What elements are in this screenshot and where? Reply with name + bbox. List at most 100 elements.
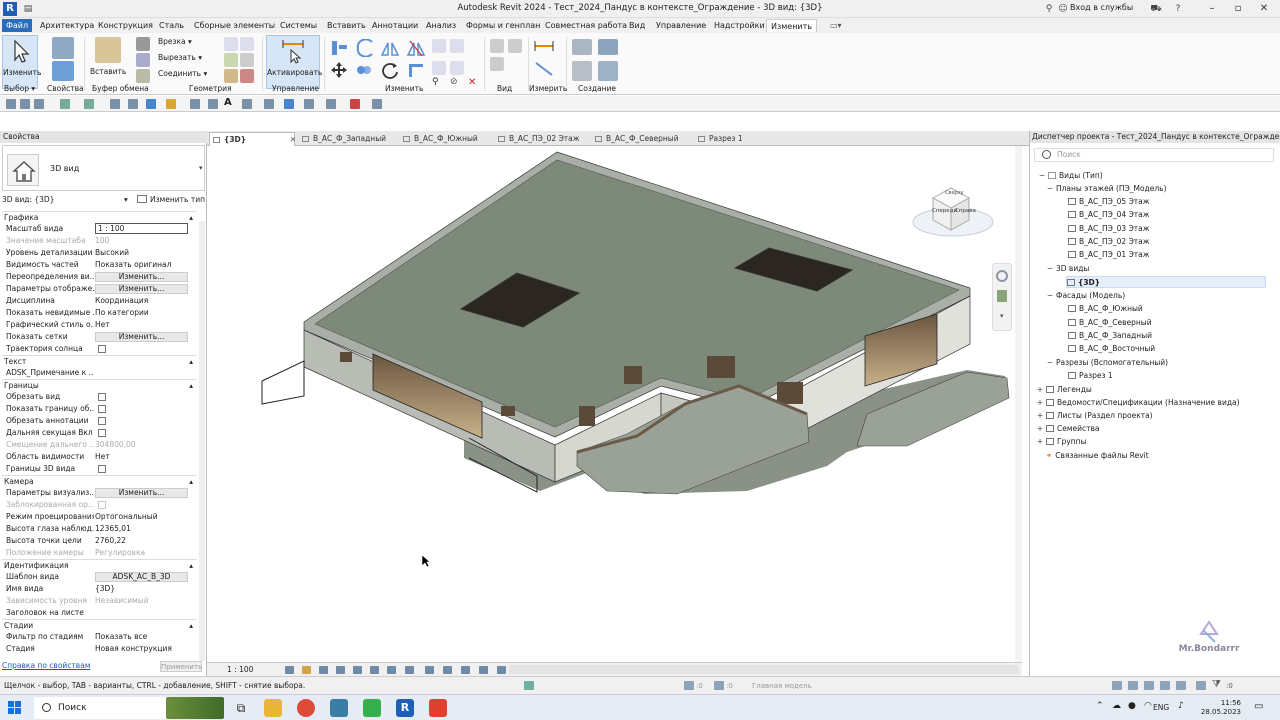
tree-families[interactable]: + Семейства	[1037, 423, 1100, 435]
prop-target-elevation[interactable]: Высота точки цели 2760,22	[2, 535, 197, 547]
cut-geometry-button[interactable]: Вырезать ▾	[158, 53, 202, 62]
tree-el-south[interactable]: В_АС_Ф_Южный	[1068, 303, 1143, 315]
temp-view-props-icon[interactable]	[461, 666, 470, 674]
prop-adsk-note[interactable]: ADSK_Примечание к ...	[2, 367, 197, 379]
tab-architecture[interactable]: Архитектура	[36, 19, 98, 32]
vg-edit-button[interactable]: Изменить...	[95, 272, 188, 282]
scale-input[interactable]: 1 : 100	[95, 223, 188, 234]
building-model[interactable]	[207, 146, 1022, 662]
notifications-icon[interactable]: ▭	[1254, 701, 1263, 712]
tab-insert[interactable]: Вставить	[323, 19, 370, 32]
section-identity[interactable]: Идентификация ▴	[2, 559, 197, 571]
tree-el-east[interactable]: В_АС_Ф_Восточный	[1068, 343, 1155, 355]
activate-button[interactable]: Активировать	[266, 35, 322, 89]
edit-type-button[interactable]: Изменить тип	[137, 193, 205, 207]
select-by-face-icon[interactable]	[1160, 681, 1170, 690]
tree-3d-default[interactable]: {3D}	[1066, 276, 1266, 288]
trim-icon[interactable]	[406, 61, 426, 79]
analytical-icon[interactable]	[479, 666, 488, 674]
detail-level-icon[interactable]	[285, 666, 294, 674]
expand-icon[interactable]: +	[1036, 410, 1044, 422]
select-links-icon[interactable]	[1112, 681, 1122, 690]
crop-icon[interactable]	[370, 666, 379, 674]
copy-element-icon[interactable]	[354, 61, 374, 79]
viewcube-top-label[interactable]: Сверху	[945, 190, 964, 196]
modify-button[interactable]: Изменить	[2, 35, 41, 89]
align-icon[interactable]	[330, 39, 348, 57]
close-hidden-icon[interactable]	[304, 99, 314, 109]
minimize-button[interactable]: –	[1200, 1, 1224, 17]
section-graphics[interactable]: Графика ▴	[2, 211, 197, 223]
green-app-icon[interactable]	[363, 699, 381, 717]
properties-scrollbar[interactable]	[199, 221, 205, 661]
3d-view-qat-icon[interactable]	[146, 99, 156, 109]
tab-collaborate[interactable]: Совместная работа	[541, 19, 631, 32]
paint-icon[interactable]	[224, 53, 238, 67]
view-tab-west[interactable]: В_АС_Ф_Западный	[299, 132, 386, 146]
customize-qat-icon[interactable]	[372, 99, 382, 109]
expand-icon[interactable]: +	[1036, 423, 1044, 435]
linework-icon[interactable]	[508, 39, 522, 53]
tab-massing[interactable]: Формы и генплан	[462, 19, 544, 32]
split-face-icon[interactable]	[240, 37, 254, 51]
tree-sections[interactable]: − Разрезы (Вспомогательный)	[1047, 357, 1168, 369]
collapse-icon[interactable]: −	[1046, 290, 1054, 302]
view-template-button[interactable]: ADSK_АС_В_3D	[95, 572, 188, 582]
tag-icon[interactable]	[190, 99, 200, 109]
offset-icon[interactable]	[354, 38, 374, 58]
view-tab-south[interactable]: В_АС_Ф_Южный	[400, 132, 478, 146]
view-tab-floor2[interactable]: В_АС_ПЭ_02 Этаж	[495, 132, 580, 146]
far-clip-checkbox[interactable]	[98, 429, 106, 437]
dimension-qat-icon[interactable]	[166, 99, 176, 109]
red-app-icon[interactable]	[429, 699, 447, 717]
contextual-toggle-icon[interactable]: ▭▾	[826, 19, 846, 32]
split-gap-icon[interactable]	[450, 39, 464, 53]
tab-analyze[interactable]: Анализ	[422, 19, 460, 32]
hammer-icon[interactable]	[240, 69, 254, 83]
prop-scope-box[interactable]: Область видимости Нет	[2, 451, 197, 463]
section-camera[interactable]: Камера ▴	[2, 475, 197, 487]
drag-elements-icon[interactable]	[1176, 681, 1186, 690]
collapse-icon[interactable]: −	[1046, 263, 1054, 275]
highlight-icon[interactable]	[497, 666, 506, 674]
type-properties-icon[interactable]	[52, 37, 74, 59]
type-selector[interactable]: 3D вид ▾	[2, 145, 205, 191]
help-icon[interactable]: ?	[1172, 3, 1184, 15]
rotate-icon[interactable]	[380, 61, 400, 79]
horizontal-scrollbar[interactable]	[509, 665, 1019, 674]
mirror-draw-icon[interactable]	[406, 39, 426, 57]
speaker-icon[interactable]: ♪	[1178, 701, 1184, 711]
temp-hide-icon[interactable]	[425, 666, 434, 674]
move-icon[interactable]	[330, 61, 348, 79]
save-icon[interactable]	[20, 99, 30, 109]
paste-button[interactable]: Вставить	[90, 35, 126, 89]
viewcube-front-label[interactable]: Спереди	[932, 208, 957, 214]
create-group-icon[interactable]	[572, 61, 592, 81]
prop-hidden-lines[interactable]: Показать невидимые ... По категории	[2, 307, 197, 319]
tree-sheets[interactable]: + Листы (Раздел проекта)	[1037, 410, 1153, 422]
system-clock[interactable]: 11:56 28.05.2023	[1196, 699, 1241, 717]
collapse-icon[interactable]: −	[1046, 357, 1054, 369]
unpin-icon[interactable]: ⊘	[450, 77, 460, 87]
prop-scale[interactable]: Масштаб вида 1 : 100	[2, 223, 197, 235]
select-underlay-icon[interactable]	[1128, 681, 1138, 690]
collapse-icon[interactable]: −	[1046, 183, 1054, 195]
prop-parts-visibility[interactable]: Видимость частей Показать оригинал	[2, 259, 197, 271]
worksets-icon[interactable]	[524, 681, 534, 690]
tree-links[interactable]: ⚭ Связанные файлы Revit	[1046, 450, 1149, 462]
reveal-hidden-icon[interactable]	[443, 666, 452, 674]
editing-requests-icon[interactable]	[684, 681, 694, 690]
group-select[interactable]: Выбор ▾	[4, 84, 35, 93]
tree-views[interactable]: − Виды (Тип)	[1039, 170, 1103, 182]
undo-icon[interactable]	[60, 99, 70, 109]
crop-visibility-icon[interactable]	[387, 666, 396, 674]
override-icon[interactable]	[490, 57, 504, 71]
tab-file[interactable]: Файл	[2, 19, 33, 32]
view-tab-section1[interactable]: Разрез 1	[695, 132, 743, 146]
expand-icon[interactable]: +	[1036, 397, 1044, 409]
tree-el-north[interactable]: В_АС_Ф_Северный	[1068, 317, 1152, 329]
tree-floor-plans[interactable]: − Планы этажей (ПЭ_Модель)	[1047, 183, 1167, 195]
render-icon[interactable]	[353, 666, 362, 674]
switch-windows-icon[interactable]	[326, 99, 336, 109]
viewport-scrollbar[interactable]	[1015, 146, 1022, 662]
